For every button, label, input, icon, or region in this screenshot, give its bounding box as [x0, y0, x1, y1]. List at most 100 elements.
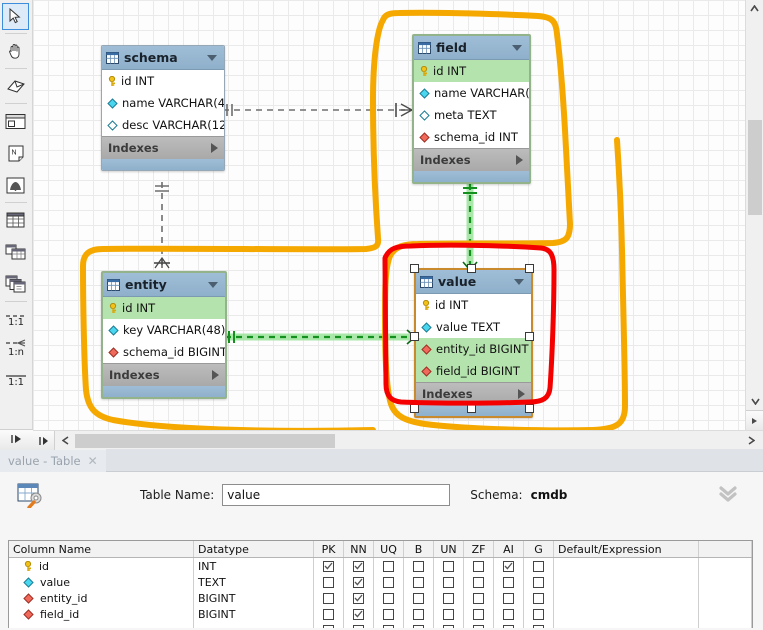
canvas-vertical-scrollbar[interactable] — [745, 0, 763, 430]
indexes-section-field[interactable]: Indexes — [414, 148, 529, 171]
chevron-double-down-icon[interactable] — [717, 484, 739, 507]
close-icon[interactable]: ✕ — [88, 454, 98, 468]
grid-cell-pk[interactable] — [314, 606, 344, 622]
grid-cell-blank[interactable] — [699, 558, 752, 574]
grid-cell-column-name[interactable]: id — [9, 558, 194, 574]
grid-cell-column-name[interactable]: value — [9, 574, 194, 590]
grid-cell-datatype[interactable]: INT — [194, 558, 314, 574]
grid-header-pk[interactable]: PK — [314, 541, 344, 557]
table-figure-schema[interactable]: schema id INT name VARCHAR(45) desc VARC… — [101, 45, 225, 171]
grid-cell-pk[interactable] — [314, 622, 344, 628]
grid-cell-ai[interactable] — [494, 590, 524, 606]
grid-row-new[interactable] — [9, 622, 752, 628]
grid-cell-g[interactable] — [524, 558, 554, 574]
table-column-row[interactable]: id INT — [103, 297, 225, 319]
indexes-section-entity[interactable]: Indexes — [103, 363, 225, 386]
chevron-down-icon[interactable] — [512, 44, 522, 51]
note-tool[interactable]: N — [0, 137, 31, 169]
table-figure-value[interactable]: value id INT value TEXT entity_id BIGINT… — [414, 268, 533, 418]
indexes-section-schema[interactable]: Indexes — [102, 136, 224, 159]
grid-row[interactable]: id INT — [9, 558, 752, 574]
resize-handle-w[interactable] — [410, 332, 419, 341]
grid-cell-uq[interactable] — [374, 558, 404, 574]
expand-toolbar-button[interactable] — [0, 429, 33, 450]
table-column-row[interactable]: id INT — [416, 294, 531, 316]
grid-cell-un[interactable] — [434, 622, 464, 628]
grid-cell-uq[interactable] — [374, 622, 404, 628]
table-column-row[interactable]: meta TEXT — [414, 104, 529, 126]
vertical-scroll-thumb[interactable] — [748, 120, 762, 215]
grid-cell-default[interactable] — [554, 574, 699, 590]
grid-cell-datatype[interactable]: BIGINT — [194, 590, 314, 606]
grid-header-column-name[interactable]: Column Name — [9, 541, 194, 557]
grid-cell-nn[interactable] — [344, 590, 374, 606]
grid-cell-b[interactable] — [404, 606, 434, 622]
routine-group-tool[interactable] — [0, 268, 31, 300]
grid-cell-nn[interactable] — [344, 606, 374, 622]
tab-value-table[interactable]: value - Table ✕ — [0, 450, 106, 472]
grid-cell-uq[interactable] — [374, 590, 404, 606]
table-column-row[interactable]: id INT — [102, 70, 224, 92]
relation-1-1-identifying[interactable]: 1:1 — [0, 363, 32, 393]
table-header-entity[interactable]: entity — [103, 273, 225, 297]
grid-cell-nn[interactable] — [344, 558, 374, 574]
chevron-down-icon[interactable] — [514, 278, 524, 285]
grid-header-un[interactable]: UN — [434, 541, 464, 557]
grid-cell-zf[interactable] — [464, 606, 494, 622]
image-tool[interactable] — [0, 169, 31, 201]
grid-header-zf[interactable]: ZF — [464, 541, 494, 557]
grid-cell-zf[interactable] — [464, 558, 494, 574]
grid-row[interactable]: field_id BIGINT — [9, 606, 752, 622]
grid-header-ai[interactable]: AI — [494, 541, 524, 557]
table-column-row[interactable]: entity_id BIGINT — [416, 338, 531, 360]
grid-cell-default[interactable] — [554, 606, 699, 622]
grid-cell-uq[interactable] — [374, 606, 404, 622]
grid-cell-datatype[interactable] — [194, 622, 314, 628]
grid-cell-pk[interactable] — [314, 590, 344, 606]
grid-cell-pk[interactable] — [314, 558, 344, 574]
grid-cell-uq[interactable] — [374, 574, 404, 590]
scroll-right-button[interactable] — [743, 431, 759, 450]
table-header-value[interactable]: value — [416, 270, 531, 294]
grid-cell-default[interactable] — [554, 590, 699, 606]
scroll-corner-button[interactable] — [746, 410, 763, 430]
table-column-row[interactable]: schema_id BIGINT — [103, 341, 225, 363]
chevron-down-icon[interactable] — [207, 54, 217, 61]
grid-cell-blank[interactable] — [699, 622, 752, 628]
resize-handle-nw[interactable] — [410, 264, 419, 273]
table-figure-field[interactable]: field id INT name VARCHAR(48) meta TEXT … — [412, 34, 531, 184]
chevron-down-icon[interactable] — [208, 281, 218, 288]
resize-handle-se[interactable] — [525, 404, 534, 413]
table-figure-entity[interactable]: entity id INT key VARCHAR(48) schema_id … — [101, 271, 227, 399]
columns-grid[interactable]: Column Name Datatype PK NN UQ B UN ZF AI… — [8, 540, 753, 628]
table-column-row[interactable]: name VARCHAR(48) — [414, 82, 529, 104]
grid-cell-blank[interactable] — [699, 574, 752, 590]
grid-cell-blank[interactable] — [699, 606, 752, 622]
scroll-left-button[interactable] — [57, 431, 73, 450]
grid-header-g[interactable]: G — [524, 541, 554, 557]
canvas-horizontal-scrollbar[interactable] — [33, 430, 763, 450]
indexes-section-value[interactable]: Indexes — [416, 382, 531, 405]
grid-cell-column-name[interactable] — [9, 622, 194, 628]
resize-handle-sw[interactable] — [410, 404, 419, 413]
grid-cell-blank[interactable] — [699, 590, 752, 606]
pointer-tool[interactable] — [0, 0, 31, 32]
grid-cell-datatype[interactable]: BIGINT — [194, 606, 314, 622]
grid-cell-g[interactable] — [524, 590, 554, 606]
grid-header-datatype[interactable]: Datatype — [194, 541, 314, 557]
grid-header-default-expression[interactable]: Default/Expression — [554, 541, 699, 557]
table-column-row[interactable]: key VARCHAR(48) — [103, 319, 225, 341]
grid-cell-ai[interactable] — [494, 622, 524, 628]
scroll-down-button[interactable] — [746, 393, 763, 410]
grid-cell-zf[interactable] — [464, 590, 494, 606]
table-name-input[interactable] — [222, 484, 451, 506]
grid-header-b[interactable]: B — [404, 541, 434, 557]
grid-cell-g[interactable] — [524, 622, 554, 628]
eer-diagram-canvas[interactable]: schema id INT name VARCHAR(45) desc VARC… — [33, 0, 745, 430]
table-column-row[interactable]: schema_id INT — [414, 126, 529, 148]
resize-handle-e[interactable] — [525, 332, 534, 341]
grid-cell-ai[interactable] — [494, 574, 524, 590]
grid-cell-datatype[interactable]: TEXT — [194, 574, 314, 590]
grid-row[interactable]: value TEXT — [9, 574, 752, 590]
grid-cell-b[interactable] — [404, 622, 434, 628]
